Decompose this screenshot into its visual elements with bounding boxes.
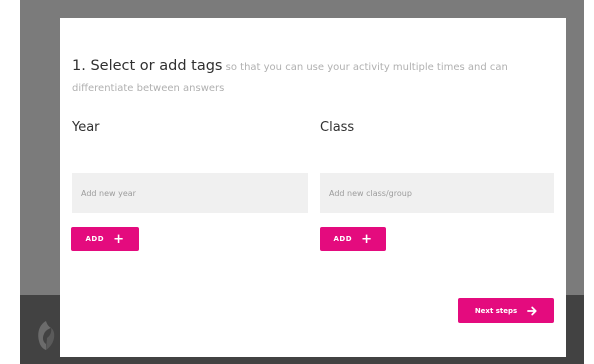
plus-icon: + xyxy=(361,231,373,247)
class-input[interactable] xyxy=(320,173,554,213)
add-class-button[interactable]: ADD + xyxy=(320,227,386,251)
add-year-button[interactable]: ADD + xyxy=(71,227,139,251)
next-steps-button[interactable]: Next steps xyxy=(458,298,554,323)
year-input[interactable] xyxy=(72,173,308,213)
dialog-heading: 1. Select or add tags so that you can us… xyxy=(72,56,552,99)
plus-icon: + xyxy=(113,231,125,247)
next-steps-button-label: Next steps xyxy=(474,306,518,315)
add-year-button-label: ADD xyxy=(85,235,105,243)
year-label: Year xyxy=(72,120,100,135)
add-class-button-label: ADD xyxy=(333,235,353,243)
tag-selection-dialog: 1. Select or add tags so that you can us… xyxy=(60,18,566,357)
class-label: Class xyxy=(320,120,355,135)
brand-logo-icon xyxy=(38,321,55,350)
dialog-heading-title: 1. Select or add tags xyxy=(72,58,223,74)
arrow-right-icon xyxy=(527,306,537,315)
